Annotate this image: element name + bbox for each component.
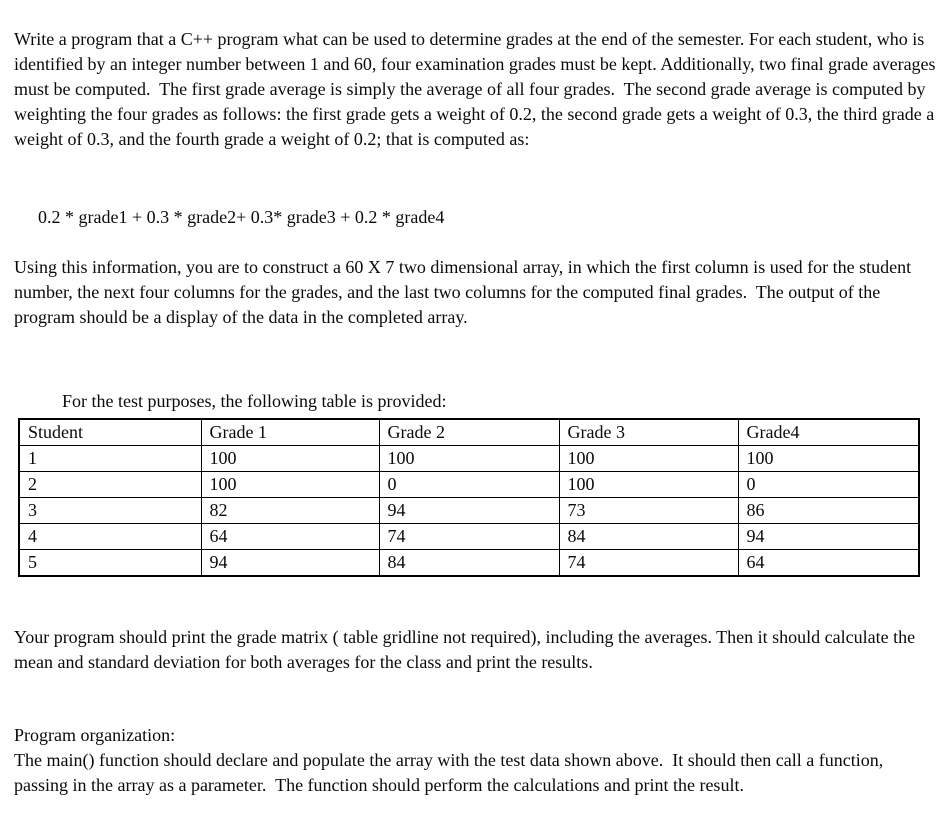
table-row: 3 82 94 73 86 bbox=[18, 497, 920, 524]
cell-grade-4: 0 bbox=[737, 471, 920, 498]
cell-student: 3 bbox=[18, 497, 202, 524]
cell-grade-4: 64 bbox=[737, 549, 920, 577]
cell-grade-3: 74 bbox=[558, 549, 739, 577]
cell-grade-2: 84 bbox=[378, 549, 560, 577]
cell-grade-2: 94 bbox=[378, 497, 560, 524]
cell-student: 4 bbox=[18, 523, 202, 550]
cell-grade-1: 100 bbox=[200, 471, 380, 498]
column-header-grade-4: Grade4 bbox=[737, 418, 920, 446]
paragraph-print-requirements: Your program should print the grade matr… bbox=[14, 627, 920, 672]
heading-program-organization: Program organization: bbox=[14, 725, 176, 745]
table-row: 1 100 100 100 100 bbox=[18, 445, 920, 472]
grade-table-head: Student Grade 1 Grade 2 Grade 3 Grade4 bbox=[18, 418, 920, 446]
cell-student: 1 bbox=[18, 445, 202, 472]
cell-grade-4: 94 bbox=[737, 523, 920, 550]
column-header-grade-3: Grade 3 bbox=[558, 418, 739, 446]
paragraph-array-construction: Using this information, you are to const… bbox=[14, 257, 916, 327]
paragraph-table-lead-in: For the test purposes, the following tab… bbox=[62, 391, 447, 411]
column-header-student: Student bbox=[18, 418, 202, 446]
cell-grade-2: 74 bbox=[378, 523, 560, 550]
column-header-grade-1: Grade 1 bbox=[200, 418, 380, 446]
cell-grade-1: 64 bbox=[200, 523, 380, 550]
table-row: 2 100 0 100 0 bbox=[18, 471, 920, 498]
cell-grade-2: 0 bbox=[378, 471, 560, 498]
cell-grade-3: 100 bbox=[558, 445, 739, 472]
paragraph-intro: Write a program that a C++ program what … bbox=[14, 29, 941, 149]
grade-table: Student Grade 1 Grade 2 Grade 3 Grade4 1… bbox=[18, 418, 920, 577]
grade-table-body: 1 100 100 100 100 2 100 0 100 0 3 82 94 bbox=[18, 445, 920, 577]
cell-grade-1: 100 bbox=[200, 445, 380, 472]
cell-grade-4: 86 bbox=[737, 497, 920, 524]
cell-student: 5 bbox=[18, 549, 202, 577]
table-row: 5 94 84 74 64 bbox=[18, 549, 920, 577]
cell-grade-4: 100 bbox=[737, 445, 920, 472]
cell-grade-1: 94 bbox=[200, 549, 380, 577]
column-header-grade-2: Grade 2 bbox=[378, 418, 560, 446]
cell-grade-3: 73 bbox=[558, 497, 739, 524]
paragraph-program-organization-body: The main() function should declare and p… bbox=[14, 750, 888, 795]
grade-table-container: Student Grade 1 Grade 2 Grade 3 Grade4 1… bbox=[18, 418, 920, 577]
document-page: Write a program that a C++ program what … bbox=[0, 0, 949, 814]
cell-grade-2: 100 bbox=[378, 445, 560, 472]
cell-grade-3: 100 bbox=[558, 471, 739, 498]
weighted-average-formula: 0.2 * grade1 + 0.3 * grade2+ 0.3* grade3… bbox=[38, 207, 445, 227]
cell-grade-3: 84 bbox=[558, 523, 739, 550]
table-row: 4 64 74 84 94 bbox=[18, 523, 920, 550]
cell-student: 2 bbox=[18, 471, 202, 498]
cell-grade-1: 82 bbox=[200, 497, 380, 524]
table-header-row: Student Grade 1 Grade 2 Grade 3 Grade4 bbox=[18, 418, 920, 446]
